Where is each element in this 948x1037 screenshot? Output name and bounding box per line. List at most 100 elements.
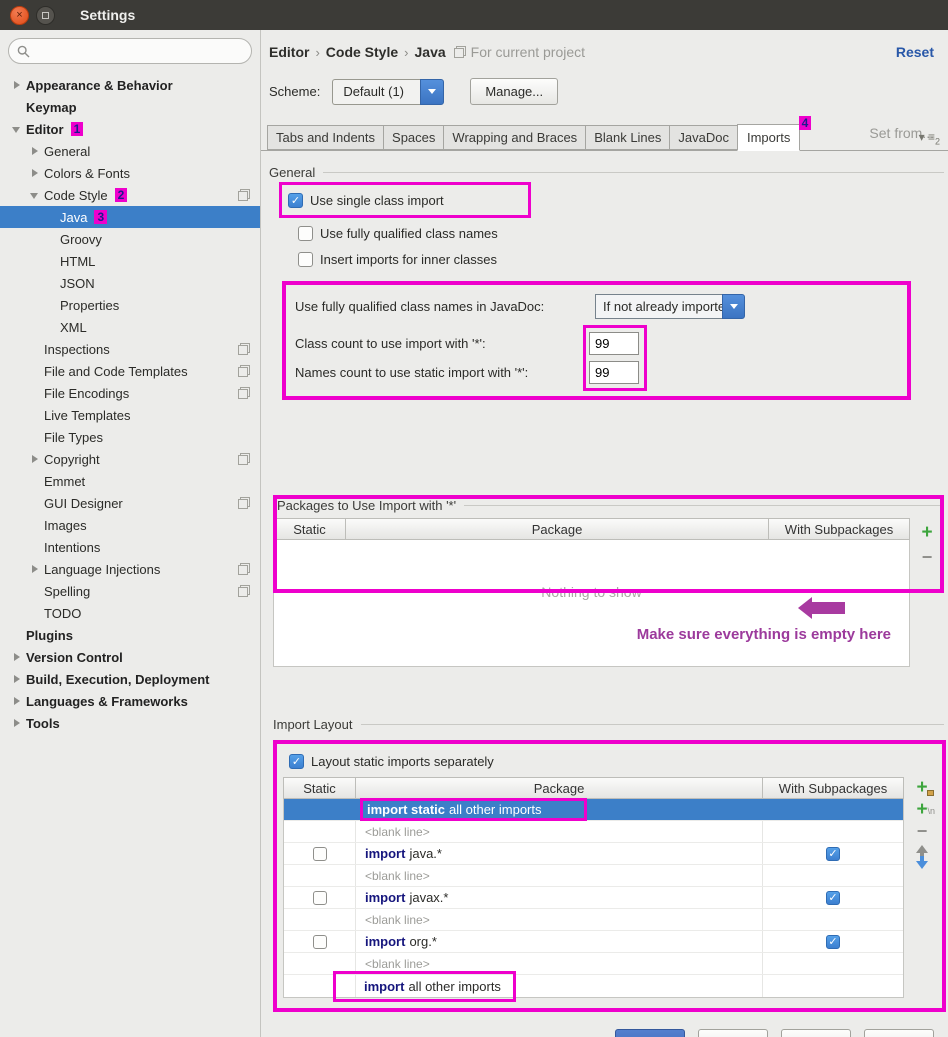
checkbox-unchecked[interactable] [298,226,313,241]
static-checkbox-unchecked[interactable] [313,891,327,905]
names-count-input[interactable] [589,361,639,384]
chevron-down-icon[interactable] [420,79,444,105]
add-package-icon[interactable]: + [912,781,932,795]
chevron-down-icon[interactable] [12,124,22,134]
column-package[interactable]: Package [346,519,769,539]
chevron-right-icon[interactable] [12,80,22,90]
chevron-right-icon[interactable] [30,168,40,178]
tab-blank-lines[interactable]: Blank Lines [585,125,670,150]
import-layout-row-blank[interactable]: <blank line> [284,821,903,843]
tab-spaces[interactable]: Spaces [383,125,444,150]
chevron-down-icon[interactable] [722,294,745,319]
sidebar-item-build-execution-deployment[interactable]: Build, Execution, Deployment [0,668,260,690]
breadcrumb-editor[interactable]: Editor [269,44,309,60]
tab-javadoc[interactable]: JavaDoc [669,125,738,150]
move-up-icon[interactable] [916,845,928,853]
sidebar-item-editor[interactable]: Editor1 [0,118,260,140]
move-down-icon[interactable] [916,861,928,869]
sidebar-item-gui-designer[interactable]: GUI Designer [0,492,260,514]
sidebar-item-intentions[interactable]: Intentions [0,536,260,558]
sidebar-item-file-types[interactable]: File Types [0,426,260,448]
reset-link[interactable]: Reset [896,44,934,60]
checkbox-unchecked[interactable] [298,252,313,267]
use-single-class-import-row[interactable]: ✓ Use single class import [288,187,522,213]
checkbox-checked[interactable]: ✓ [288,193,303,208]
sidebar-item-html[interactable]: HTML [0,250,260,272]
sidebar-item-java[interactable]: Java3 [0,206,260,228]
tab-tabs-and-indents[interactable]: Tabs and Indents [267,125,384,150]
column-package[interactable]: Package [356,778,763,798]
sidebar-item-code-style[interactable]: Code Style2 [0,184,260,206]
chevron-right-icon[interactable] [12,674,22,684]
chevron-right-icon[interactable] [30,564,40,574]
subpackages-checkbox-checked[interactable]: ✓ [826,847,840,861]
column-static[interactable]: Static [274,519,346,539]
hidden-tabs-icon[interactable]: ▾ ≡2 [919,130,940,146]
chevron-right-icon[interactable] [30,454,40,464]
scheme-select[interactable]: Default (1) [332,79,444,105]
sidebar-item-json[interactable]: JSON [0,272,260,294]
sidebar-item-appearance-behavior[interactable]: Appearance & Behavior [0,74,260,96]
subpackages-checkbox-checked[interactable]: ✓ [826,935,840,949]
remove-icon[interactable]: − [922,551,933,563]
sidebar-item-groovy[interactable]: Groovy [0,228,260,250]
sidebar-item-plugins[interactable]: Plugins [0,624,260,646]
sidebar-item-general[interactable]: General [0,140,260,162]
subpackages-checkbox-checked[interactable]: ✓ [826,891,840,905]
chevron-right-icon[interactable] [30,146,40,156]
class-count-input[interactable] [589,332,639,355]
sidebar-item-inspections[interactable]: Inspections [0,338,260,360]
sidebar-item-keymap[interactable]: Keymap [0,96,260,118]
sidebar-item-copyright[interactable]: Copyright [0,448,260,470]
sidebar-item-todo[interactable]: TODO [0,602,260,624]
sidebar-item-tools[interactable]: Tools [0,712,260,734]
ok-button[interactable]: OK [615,1029,685,1037]
import-layout-row-import-static-all-other-imports[interactable]: import staticall other imports [284,799,903,821]
sidebar-item-language-injections[interactable]: Language Injections [0,558,260,580]
help-button[interactable]: Help [864,1029,934,1037]
sidebar-item-xml[interactable]: XML [0,316,260,338]
column-static[interactable]: Static [284,778,356,798]
checkbox-checked[interactable]: ✓ [289,754,304,769]
sidebar-item-properties[interactable]: Properties [0,294,260,316]
column-with-subpackages[interactable]: With Subpackages [763,778,903,798]
breadcrumb-code-style[interactable]: Code Style [326,44,398,60]
chevron-right-icon[interactable] [12,696,22,706]
add-blank-line-icon[interactable]: +\n [912,803,932,817]
static-checkbox-unchecked[interactable] [313,847,327,861]
tab-imports[interactable]: Imports4 [737,124,800,151]
packages-table-body[interactable]: Nothing to show Make sure everything is … [273,540,910,667]
search-input[interactable] [8,38,252,64]
close-window-icon[interactable]: × [10,6,29,25]
add-icon[interactable]: + [921,526,932,540]
javadoc-qualified-select[interactable]: If not already imported [595,294,745,319]
import-layout-row-blank[interactable]: <blank line> [284,865,903,887]
import-layout-row-import-javax[interactable]: importjavax.*✓ [284,887,903,909]
sidebar-item-images[interactable]: Images [0,514,260,536]
use-fully-qualified-row[interactable]: Use fully qualified class names [298,220,946,246]
breadcrumb-java[interactable]: Java [415,44,446,60]
packages-table[interactable]: Static Package With Subpackages Nothing … [273,518,910,667]
tab-wrapping-and-braces[interactable]: Wrapping and Braces [443,125,586,150]
layout-static-separately-row[interactable]: ✓ Layout static imports separately [289,749,940,773]
sidebar-item-emmet[interactable]: Emmet [0,470,260,492]
remove-icon[interactable]: − [912,825,932,837]
static-checkbox-unchecked[interactable] [313,935,327,949]
sidebar-item-version-control[interactable]: Version Control [0,646,260,668]
sidebar-item-spelling[interactable]: Spelling [0,580,260,602]
chevron-down-icon[interactable] [30,190,40,200]
import-layout-row-import-all-other-imports[interactable]: importall other imports [284,975,903,997]
chevron-right-icon[interactable] [12,652,22,662]
apply-button[interactable]: Apply [781,1029,851,1037]
import-layout-row-import-java[interactable]: importjava.*✓ [284,843,903,865]
sidebar-item-colors-fonts[interactable]: Colors & Fonts [0,162,260,184]
insert-imports-inner-classes-row[interactable]: Insert imports for inner classes [298,246,946,272]
import-layout-row-import-org[interactable]: importorg.*✓ [284,931,903,953]
manage-button[interactable]: Manage... [470,78,558,105]
sidebar-item-languages-frameworks[interactable]: Languages & Frameworks [0,690,260,712]
column-with-subpackages[interactable]: With Subpackages [769,519,909,539]
sidebar-item-live-templates[interactable]: Live Templates [0,404,260,426]
sidebar-item-file-and-code-templates[interactable]: File and Code Templates [0,360,260,382]
chevron-right-icon[interactable] [12,718,22,728]
sidebar-item-file-encodings[interactable]: File Encodings [0,382,260,404]
